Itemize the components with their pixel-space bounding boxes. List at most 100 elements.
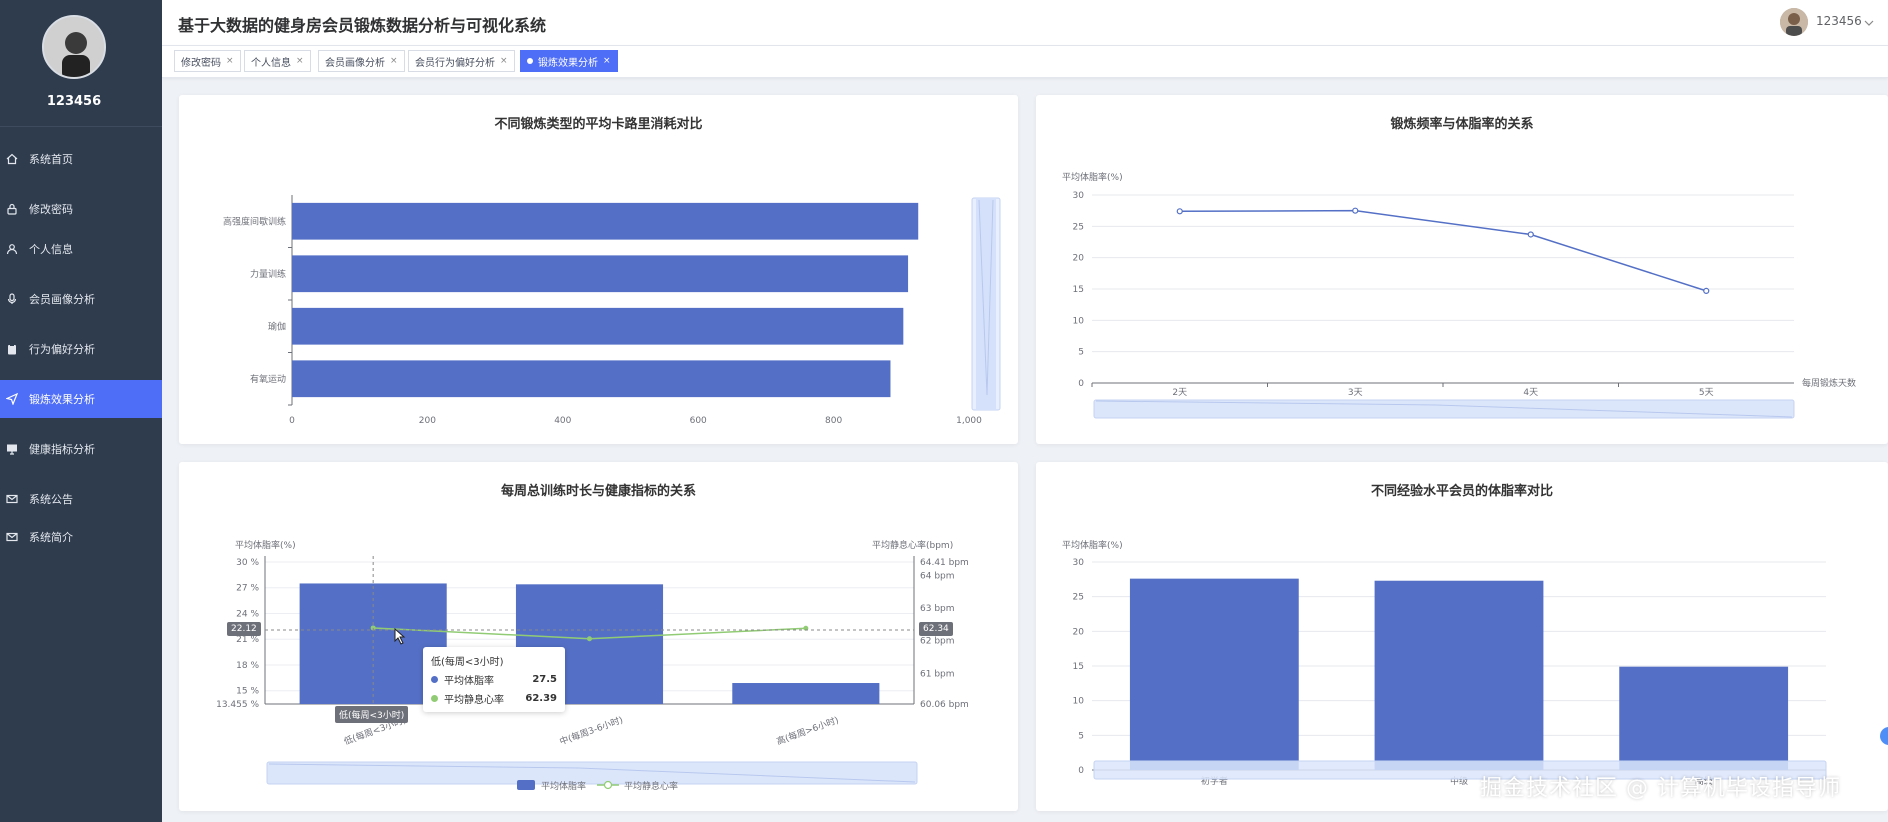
y-left-tick-label: 30 %	[236, 558, 259, 568]
sidebar-item-change-password[interactable]: 修改密码	[0, 190, 162, 228]
y-tick-label: 瑜伽	[268, 320, 286, 332]
x-tick-label: 2天	[1172, 388, 1187, 398]
bar	[292, 202, 919, 240]
bar	[292, 360, 891, 398]
x-tick-label: 1,000	[956, 416, 982, 426]
tooltip-row: 平均静息心率 62.39	[431, 691, 557, 706]
chart-card-calories: 不同锻炼类型的平均卡路里消耗对比 0 200 400 600 800 1,000 有氧运动瑜…	[179, 95, 1018, 444]
sidebar-item-exercise-effect-analysis[interactable]: 锻炼效果分析	[0, 380, 162, 418]
y-right-tick-label: 64.41 bpm	[920, 558, 969, 568]
sidebar: 123456 系统首页 修改密码 个人信息 会员画像分析 行为偏好分析 锻炼效果分析 健康指…	[0, 0, 162, 822]
tooltip-series-value: 62.39	[525, 693, 557, 704]
tab-label: 锻炼效果分析	[538, 57, 598, 69]
monitor-icon	[5, 442, 19, 456]
y-tick-label: 20	[1073, 627, 1085, 637]
header-user-name[interactable]: 123456	[1816, 14, 1862, 28]
x-tick-label: 600	[690, 416, 707, 426]
legend-bar-icon	[517, 780, 535, 790]
y-tick-label: 15	[1073, 285, 1084, 295]
axis-pointer-x-label: 低(每周<3小时)	[335, 706, 409, 723]
y-left-tick-label: 21 %	[236, 635, 259, 645]
y-tick-label: 5	[1078, 348, 1084, 358]
close-icon[interactable]: ×	[226, 56, 234, 66]
y-left-tick-label: 13.455 %	[216, 700, 259, 710]
legend-label: 平均体脂率	[541, 780, 586, 792]
sidebar-item-label: 系统简介	[29, 531, 73, 544]
legend-dot-icon	[431, 695, 438, 702]
data-point	[1176, 208, 1183, 215]
sidebar-item-label: 锻炼效果分析	[29, 393, 95, 406]
sidebar-item-announcements[interactable]: 系统公告	[0, 480, 162, 518]
chart-tooltip: 低(每周<3小时) 平均体脂率 27.5 平均静息心率 62.39	[423, 647, 565, 712]
x-tick-label: 5天	[1699, 388, 1714, 398]
bar	[732, 683, 880, 704]
axis-pointer-right-label: 62.34	[919, 622, 953, 636]
mail-icon	[5, 530, 19, 544]
calories-chart: 0 200 400 600 800 1,000 有氧运动 瑜伽 力量训练 高强度间歇训练	[223, 195, 1001, 426]
sidebar-item-label: 个人信息	[29, 243, 73, 256]
y-tick-label: 10	[1073, 697, 1085, 707]
sidebar-item-behavior-analysis[interactable]: 行为偏好分析	[0, 330, 162, 368]
x-tick-label: 高(每周>6小时)	[775, 714, 840, 748]
chart-card-frequency: 锻炼频率与体脂率的关系 平均体脂率(%) 0 5 10 15 20 25 30 2天 3天 4天 5天…	[1036, 95, 1888, 444]
bar	[1129, 578, 1299, 770]
chevron-down-icon[interactable]	[1864, 13, 1874, 32]
home-icon	[5, 152, 19, 166]
sidebar-item-label: 会员画像分析	[29, 293, 95, 306]
y-right-tick-label: 61 bpm	[920, 669, 955, 679]
mail-icon	[5, 492, 19, 506]
lock-icon	[5, 202, 19, 216]
close-icon[interactable]: ×	[603, 56, 611, 66]
sidebar-item-health-indicator-analysis[interactable]: 健康指标分析	[0, 430, 162, 468]
y-tick-label: 高强度间歇训练	[223, 215, 286, 227]
tab-behavior-preference[interactable]: 会员行为偏好分析 ×	[408, 50, 515, 72]
y-tick-label: 20	[1073, 254, 1085, 264]
x-tick-label: 400	[554, 416, 571, 426]
sidebar-item-label: 健康指标分析	[29, 443, 95, 456]
microphone-icon	[5, 292, 19, 306]
tab-label: 修改密码	[181, 57, 221, 69]
y-tick-label: 25	[1073, 593, 1084, 603]
close-icon[interactable]: ×	[296, 56, 304, 66]
sidebar-item-profile[interactable]: 个人信息	[0, 230, 162, 268]
close-icon[interactable]: ×	[500, 56, 508, 66]
y-tick-label: 25	[1073, 222, 1084, 232]
y-left-tick-label: 27 %	[236, 584, 259, 594]
y-tick-label: 30	[1073, 191, 1085, 201]
x-tick-label: 4天	[1523, 388, 1538, 398]
avatar[interactable]	[42, 15, 106, 79]
user-avatar[interactable]	[1780, 8, 1808, 36]
axis-pointer-left-label: 22.12	[227, 622, 261, 636]
y-axis-name: 平均体脂率(%)	[1062, 171, 1123, 183]
sidebar-item-member-profile-analysis[interactable]: 会员画像分析	[0, 280, 162, 318]
tab-label: 会员画像分析	[325, 57, 385, 69]
sidebar-item-label: 修改密码	[29, 203, 73, 216]
top-header: 基于大数据的健身房会员锻炼数据分析与可视化系统 123456	[162, 0, 1888, 46]
tooltip-row: 平均体脂率 27.5	[431, 672, 557, 687]
tabs-bar: 修改密码 × 个人信息 × 会员画像分析 × 会员行为偏好分析 × 锻炼效果分析 ×	[162, 46, 1888, 78]
tab-exercise-effect[interactable]: 锻炼效果分析 ×	[520, 50, 618, 72]
legend-label: 平均静息心率	[624, 780, 678, 792]
tab-member-profile[interactable]: 会员画像分析 ×	[318, 50, 405, 72]
bar	[1374, 580, 1544, 770]
x-tick-label: 0	[289, 416, 295, 426]
y-left-tick-label: 15 %	[236, 687, 259, 697]
tab-label: 个人信息	[251, 57, 291, 69]
legend-point-icon	[603, 780, 613, 790]
watermark-text: 掘金技术社区 @ 计算机毕设指导师	[1480, 776, 1841, 801]
close-icon[interactable]: ×	[390, 56, 398, 66]
y-left-axis-name: 平均体脂率(%)	[235, 539, 296, 551]
active-dot-icon	[527, 58, 533, 64]
series-line	[1179, 209, 1707, 292]
sidebar-item-home[interactable]: 系统首页	[0, 140, 162, 178]
tab-change-password[interactable]: 修改密码 ×	[174, 50, 241, 72]
page-title: 基于大数据的健身房会员锻炼数据分析与可视化系统	[178, 16, 547, 35]
y-tick-label: 0	[1078, 379, 1084, 389]
sidebar-divider	[0, 126, 162, 127]
tab-profile[interactable]: 个人信息 ×	[244, 50, 311, 72]
sidebar-item-label: 行为偏好分析	[29, 343, 95, 356]
y-tick-label: 5	[1078, 731, 1084, 741]
sidebar-item-system-intro[interactable]: 系统简介	[0, 518, 162, 556]
legend-dot-icon	[431, 676, 438, 683]
y-axis-name: 平均体脂率(%)	[1062, 539, 1123, 551]
